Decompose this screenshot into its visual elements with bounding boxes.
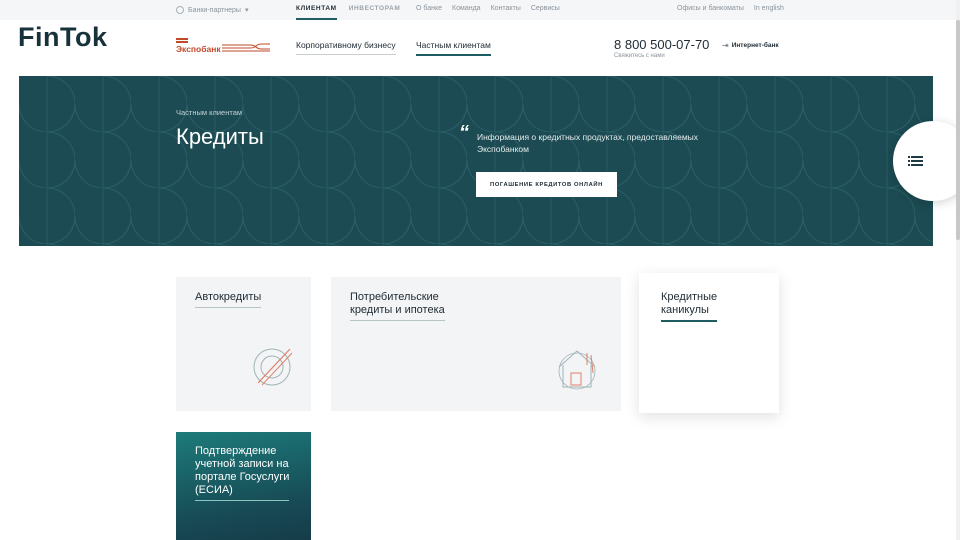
house-icon <box>558 350 596 390</box>
card-title-line: Подтверждение <box>195 445 277 457</box>
card-title-line: каникулы <box>661 304 709 316</box>
card-esia-gosuslugi[interactable]: Подтверждение учетной записи на портале … <box>176 432 311 540</box>
quote-mark: “ <box>459 122 469 144</box>
link-english[interactable]: In english <box>754 5 784 12</box>
menu-list-icon <box>908 155 923 168</box>
repay-online-button[interactable]: ПОГАШЕНИЕ КРЕДИТОВ ОНЛАЙН <box>476 172 617 197</box>
card-title: Автокредиты <box>195 291 262 308</box>
internet-bank-label: Интернет-банк <box>731 42 779 49</box>
card-auto-loans[interactable]: Автокредиты <box>176 277 311 411</box>
nav-business[interactable]: Корпоративному бизнесу <box>296 40 396 55</box>
globe-icon <box>176 6 184 14</box>
card-title: Потребительские кредиты и ипотека <box>350 291 445 321</box>
link-contacts[interactable]: Контакты <box>491 5 521 12</box>
audience-tabs: КЛИЕНТАМ ИНВЕСТОРАМ <box>296 0 400 20</box>
logo-mark <box>176 38 188 43</box>
card-title-line: Кредитные <box>661 291 718 303</box>
partners-dropdown[interactable]: Банки-партнеры ▾ <box>176 6 248 14</box>
logo-text: Экспобанк <box>176 44 221 54</box>
car-loan-icon <box>253 348 293 386</box>
card-title-line: кредиты и ипотека <box>350 304 445 316</box>
link-about[interactable]: О банке <box>416 5 442 12</box>
expobank-logo[interactable]: Экспобанк <box>176 38 272 56</box>
scrollbar-thumb[interactable] <box>956 20 960 240</box>
partners-label: Банки-партнеры <box>188 6 241 14</box>
breadcrumb[interactable]: Частным клиентам <box>176 108 242 117</box>
hero-description: Информация о кредитных продуктах, предос… <box>477 132 699 154</box>
fintok-watermark: FinTok <box>18 22 108 52</box>
top-nav-links: О банке Команда Контакты Сервисы <box>416 5 560 12</box>
link-offices[interactable]: Офисы и банкоматы <box>677 5 744 12</box>
tab-clients[interactable]: КЛИЕНТАМ <box>296 0 337 20</box>
top-nav-right: Офисы и банкоматы In english <box>677 5 784 12</box>
link-services[interactable]: Сервисы <box>531 5 560 12</box>
internet-bank-link[interactable]: ⇥ Интернет-банк <box>722 41 779 50</box>
card-title-line: портале Госуслуги <box>195 471 290 483</box>
card-credit-holidays[interactable]: Кредитные каникулы <box>639 273 779 413</box>
chevron-down-icon: ▾ <box>244 7 249 14</box>
login-arrow-icon: ⇥ <box>722 41 729 50</box>
logo-lines-graphic <box>222 43 270 52</box>
tab-investors[interactable]: ИНВЕСТОРАМ <box>349 0 401 20</box>
phone-number[interactable]: 8 800 500-07-70 <box>614 37 709 52</box>
phone-caption: Свяжитесь с нами <box>614 53 665 59</box>
card-title: Подтверждение учетной записи на портале … <box>195 445 290 501</box>
page-scrollbar[interactable] <box>956 0 960 540</box>
nav-private[interactable]: Частным клиентам <box>416 40 491 56</box>
top-bar: Банки-партнеры ▾ КЛИЕНТАМ ИНВЕСТОРАМ О б… <box>0 0 960 20</box>
hero-banner: Частным клиентам Кредиты “ Информация о … <box>19 76 933 246</box>
card-title-line: учетной записи на <box>195 458 289 470</box>
page-title: Кредиты <box>176 124 264 149</box>
page: Банки-партнеры ▾ КЛИЕНТАМ ИНВЕСТОРАМ О б… <box>0 0 960 540</box>
card-consumer-mortgage[interactable]: Потребительские кредиты и ипотека <box>331 277 621 411</box>
link-team[interactable]: Команда <box>452 5 481 12</box>
hero-pattern <box>19 76 933 246</box>
card-title-line: (ЕСИА) <box>195 484 233 496</box>
card-title: Кредитные каникулы <box>661 291 718 322</box>
card-title-line: Потребительские <box>350 291 439 303</box>
